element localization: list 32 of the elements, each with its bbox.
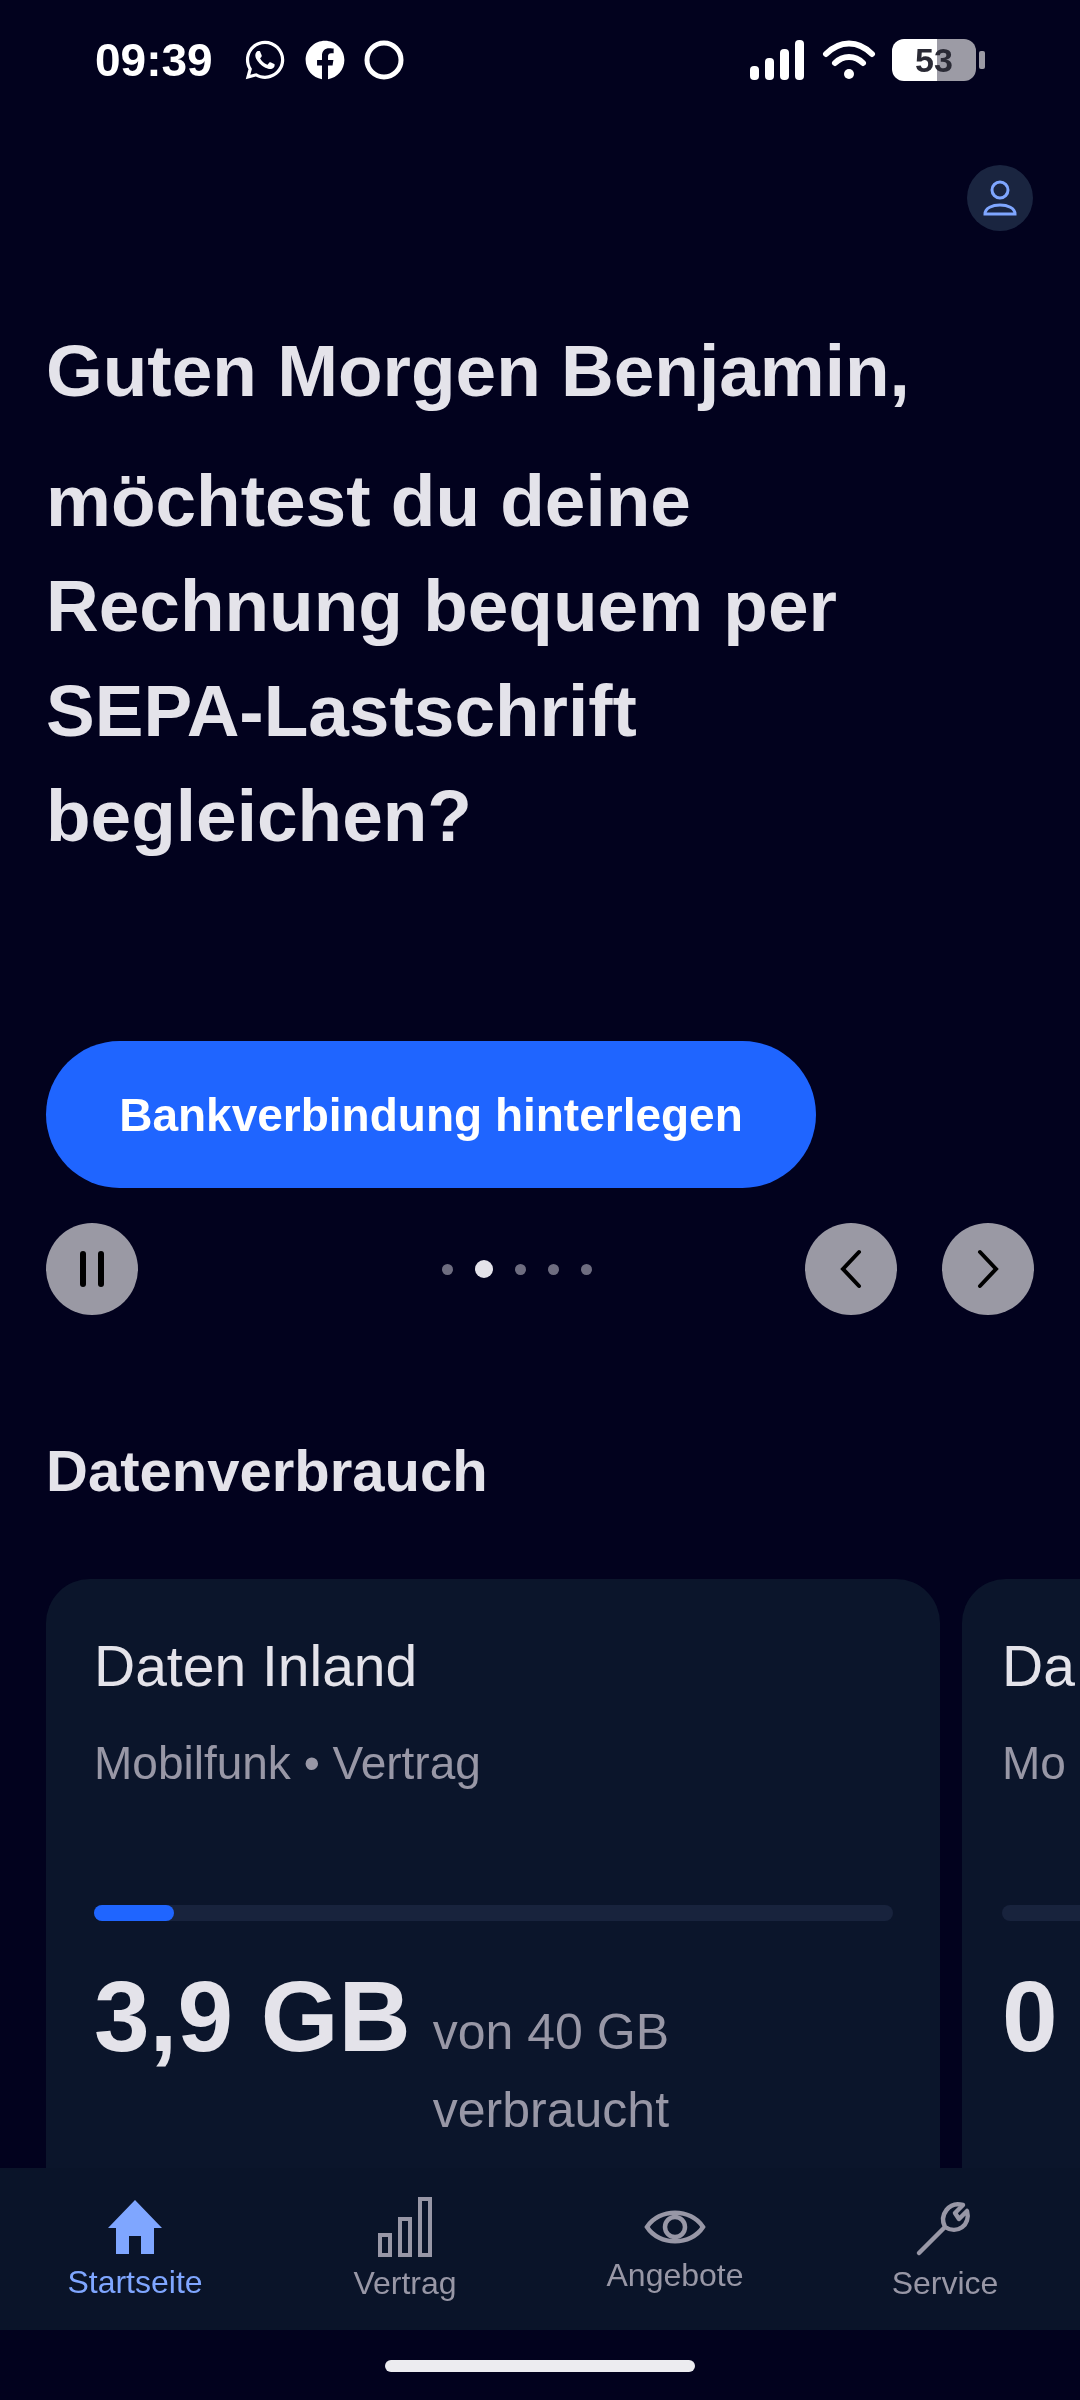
card-subtitle: Mobilfunk • Vertrag xyxy=(94,1737,482,1789)
usage-detail: von 40 GB verbraucht xyxy=(432,2003,671,2140)
ring-icon xyxy=(362,39,405,81)
tab-item[interactable]: Service xyxy=(810,2168,1080,2330)
tab-item[interactable]: Angebote xyxy=(540,2168,810,2330)
battery-level: 53 xyxy=(915,40,953,80)
usage-value: 3,9 GB xyxy=(94,1961,411,2071)
carousel-dot[interactable] xyxy=(547,1263,559,1275)
tab-item[interactable]: Startseite xyxy=(0,2168,270,2330)
card-title: Da xyxy=(1002,1636,1076,1696)
usage-value: 0 xyxy=(1002,1961,1058,2071)
greeting-text: Guten Morgen Benjamin, xyxy=(46,329,911,413)
person-icon xyxy=(983,180,1017,216)
chevron-right-icon xyxy=(976,1249,1000,1289)
carousel-dot[interactable] xyxy=(474,1260,493,1278)
promo-question: möchtest du deine Rechnung bequem per SEPA-Lastschrift begleichen? xyxy=(46,459,838,858)
chevron-left-icon xyxy=(839,1249,863,1289)
section-heading: Datenverbrauch xyxy=(46,1437,489,1505)
facebook-icon xyxy=(304,40,345,80)
signal-icon xyxy=(750,40,806,80)
carousel-dot[interactable] xyxy=(580,1263,592,1275)
pause-icon xyxy=(79,1250,105,1288)
bank-details-button[interactable]: Bankverbindung hinterlegen xyxy=(46,1041,816,1188)
status-time: 09:39 xyxy=(95,33,213,87)
wifi-icon xyxy=(822,40,876,80)
tab-item[interactable]: Vertrag xyxy=(270,2168,540,2330)
card-subtitle: Mo xyxy=(1002,1737,1067,1789)
signal-bars-icon xyxy=(377,2196,433,2257)
battery-cap-icon xyxy=(979,51,985,69)
carousel-dot[interactable] xyxy=(514,1263,526,1275)
card-title: Daten Inland xyxy=(94,1636,419,1696)
carousel-dot[interactable] xyxy=(441,1263,453,1275)
